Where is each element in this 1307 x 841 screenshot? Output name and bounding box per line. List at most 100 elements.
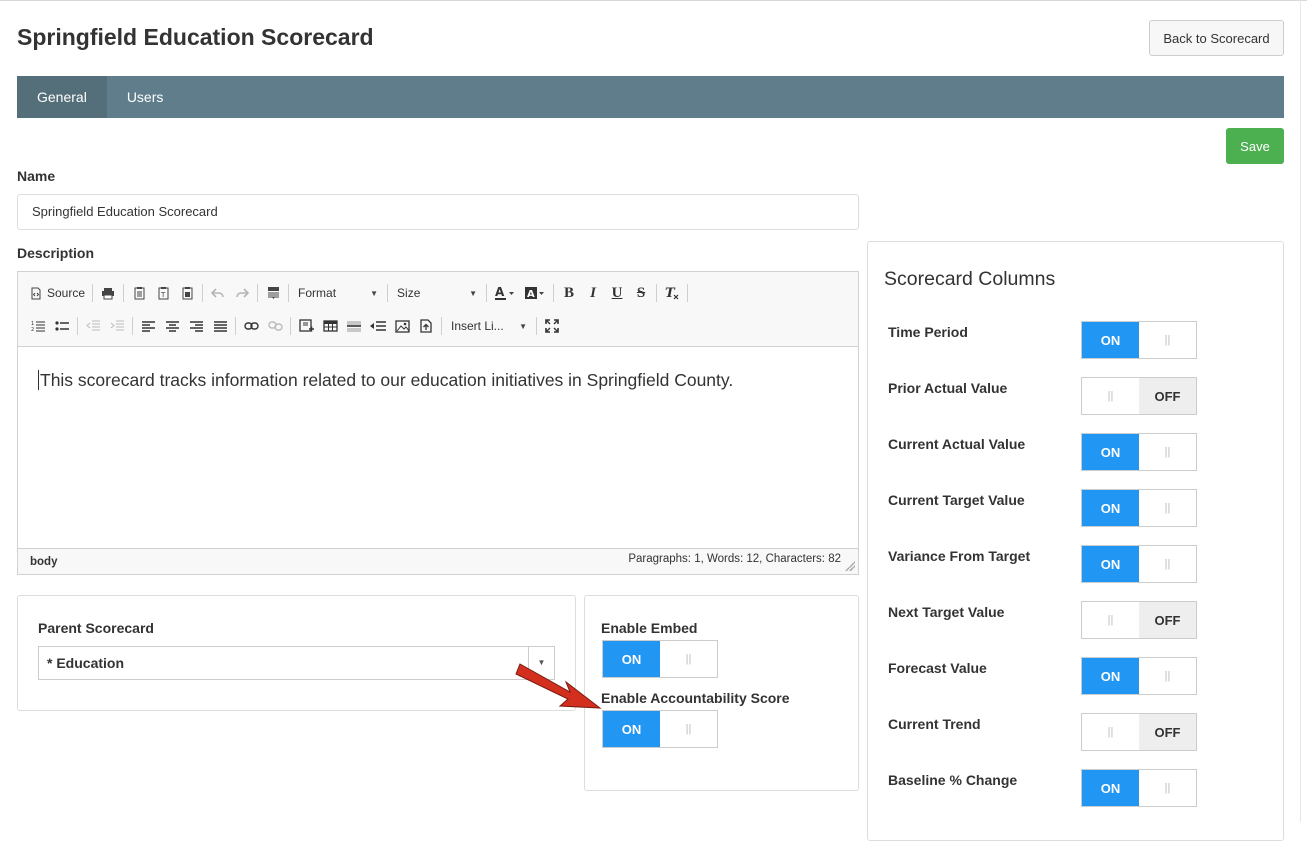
column-label-current-target-value: Current Target Value [888,492,1025,508]
horizontal-line-button[interactable] [342,314,366,338]
enable-accountability-toggle[interactable]: ON || [602,710,718,748]
editor-text: This scorecard tracks information relate… [40,370,734,390]
upload-file-button[interactable] [414,314,438,338]
column-label-next-target-value: Next Target Value [888,604,1005,620]
column-toggle-next-target-value[interactable]: || OFF [1081,601,1197,639]
align-center-button[interactable] [160,314,184,338]
copy-button[interactable] [127,281,151,305]
enable-accountability-label: Enable Accountability Score [601,690,790,706]
source-button[interactable]: Source [26,281,89,305]
background-color-button[interactable]: A [520,281,550,305]
link-button[interactable] [239,314,263,338]
column-label-forecast-value: Forecast Value [888,660,987,676]
underline-icon: U [611,284,623,301]
print-icon [102,287,115,299]
table-button[interactable] [318,314,342,338]
column-label-variance-from-target: Variance From Target [888,548,1031,564]
image-button[interactable] [390,314,414,338]
column-toggle-current-trend[interactable]: || OFF [1081,713,1197,751]
chevron-down-icon: ▼ [519,321,527,331]
svg-text:2: 2 [31,327,34,332]
numbered-list-button[interactable]: 12 [26,314,50,338]
increase-indent-button[interactable] [105,314,129,338]
size-dropdown[interactable]: Size ▼ [391,281,483,305]
element-path[interactable]: body [30,556,57,568]
chevron-down-icon: ▼ [370,288,379,298]
paste-text-icon: T [158,287,169,300]
bulleted-list-icon [55,321,69,331]
column-label-baseline-change: Baseline % Change [888,772,1018,788]
undo-button[interactable] [206,281,230,305]
unlink-button[interactable] [263,314,287,338]
justify-button[interactable] [208,314,232,338]
editor-toolbar: Source T Format ▼ Size ▼ A A B I U S T 1… [18,272,858,347]
column-toggle-current-actual-value[interactable]: ON || [1081,433,1197,471]
word-count: Paragraphs: 1, Words: 12, Characters: 82 [628,553,841,565]
link-icon [243,322,259,330]
format-dropdown[interactable]: Format ▼ [292,281,384,305]
tab-bar: General Users [17,76,1284,118]
description-label: Description [17,245,95,261]
resize-handle-icon[interactable] [845,561,855,571]
parent-scorecard-label: Parent Scorecard [38,620,154,636]
paste-word-button[interactable] [175,281,199,305]
back-to-scorecard-button[interactable]: Back to Scorecard [1149,20,1284,56]
enable-embed-label: Enable Embed [601,620,698,636]
parent-scorecard-select[interactable]: * Education ▼ [38,646,555,680]
insert-image-icon [298,319,314,332]
align-center-icon [165,320,179,332]
image-icon [394,319,410,333]
insert-image-button[interactable] [294,314,318,338]
save-button[interactable]: Save [1226,128,1284,164]
editor-content-area[interactable]: This scorecard tracks information relate… [18,348,858,548]
column-toggle-forecast-value[interactable]: ON || [1081,657,1197,695]
bulleted-list-button[interactable] [50,314,74,338]
column-toggle-prior-actual-value[interactable]: || OFF [1081,377,1197,415]
rich-text-editor: Source T Format ▼ Size ▼ A A B I U S T 1… [17,271,859,575]
decrease-indent-button[interactable] [81,314,105,338]
align-left-icon [141,320,155,332]
outdent-icon [86,320,100,331]
column-toggle-baseline-change[interactable]: ON || [1081,769,1197,807]
redo-button[interactable] [230,281,254,305]
text-cursor [38,370,39,390]
column-toggle-variance-from-target[interactable]: ON || [1081,545,1197,583]
background-color-icon: A [525,287,545,300]
maximize-icon [545,319,559,333]
maximize-button[interactable] [540,314,564,338]
align-left-button[interactable] [136,314,160,338]
parent-scorecard-panel: Parent Scorecard * Education ▼ [17,595,576,711]
remove-format-icon: T [665,286,679,300]
page-break-icon [370,321,386,331]
bold-button[interactable]: B [557,281,581,305]
templates-button[interactable] [261,281,285,305]
paste-text-button[interactable]: T [151,281,175,305]
remove-format-button[interactable]: T [660,281,684,305]
name-label: Name [17,168,56,184]
column-toggle-time-period[interactable]: ON || [1081,321,1197,359]
enable-embed-toggle[interactable]: ON || [602,640,718,678]
column-toggle-current-target-value[interactable]: ON || [1081,489,1197,527]
align-right-button[interactable] [184,314,208,338]
underline-button[interactable]: U [605,281,629,305]
justify-icon [213,320,227,332]
bold-icon: B [564,284,575,301]
annotation-arrow-icon [515,663,602,709]
text-color-button[interactable]: A [490,281,520,305]
templates-icon [267,287,279,299]
svg-text:A: A [495,286,505,299]
strikethrough-button[interactable]: S [629,281,653,305]
italic-button[interactable]: I [581,281,605,305]
print-button[interactable] [96,281,120,305]
align-right-icon [189,320,203,332]
insert-link-dropdown[interactable]: Insert Li... ▼ [445,314,533,338]
page-break-button[interactable] [366,314,390,338]
tab-general[interactable]: General [17,76,107,118]
column-label-prior-actual-value: Prior Actual Value [888,380,1008,396]
horizontal-line-icon [347,321,361,332]
numbered-list-icon: 12 [31,321,45,332]
name-field[interactable]: Springfield Education Scorecard [17,194,859,230]
tab-users[interactable]: Users [107,76,184,118]
column-label-time-period: Time Period [888,324,968,340]
copy-icon [134,287,145,300]
